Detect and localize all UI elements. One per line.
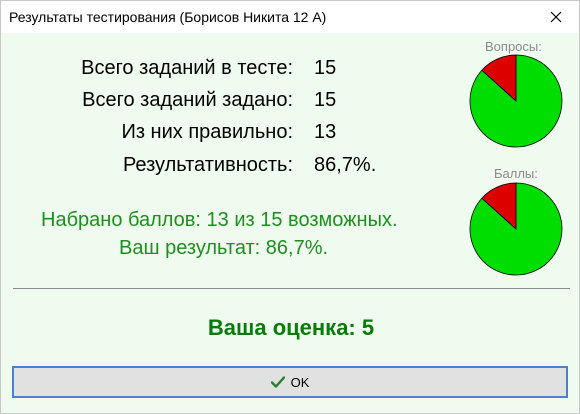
stat-row-total-given: Всего заданий задано: — [1, 89, 293, 119]
divider — [13, 288, 570, 289]
close-icon — [550, 11, 562, 23]
questions-pie-label: Вопросы: — [485, 39, 542, 54]
checkmark-icon — [270, 376, 285, 388]
stat-value: 15 — [314, 57, 337, 79]
questions-pie-chart — [469, 54, 563, 148]
stat-label: Из них правильно: — [121, 121, 293, 143]
result-summary: Ваш результат: 86,7%. — [119, 237, 329, 259]
stat-value: 86,7%. — [314, 154, 377, 176]
ok-button-content: OK — [270, 374, 310, 390]
points-summary: Набрано баллов: 13 из 15 возможных. — [41, 209, 398, 231]
points-pie-label: Баллы: — [494, 166, 538, 181]
close-button[interactable] — [533, 1, 579, 33]
stat-row-total-in-test: Всего заданий в тесте: — [1, 57, 293, 87]
points-pie-chart — [469, 182, 563, 276]
grade-text: Ваша оценка: 5 — [207, 315, 375, 340]
window-title: Результаты тестирования (Борисов Никита … — [9, 9, 327, 25]
stat-row-effectiveness: Результативность: — [1, 154, 293, 184]
ok-button[interactable]: OK — [12, 366, 568, 398]
ok-button-label: OK — [290, 374, 310, 390]
title-bar: Результаты тестирования (Борисов Никита … — [1, 1, 579, 33]
stat-row-correct: Из них правильно: — [1, 121, 293, 151]
stat-value: 13 — [314, 121, 337, 143]
results-window: Результаты тестирования (Борисов Никита … — [0, 0, 580, 414]
stat-label: Всего заданий задано: — [82, 89, 293, 111]
stat-value: 15 — [314, 89, 337, 111]
stat-label: Результативность: — [122, 154, 293, 176]
stat-label: Всего заданий в тесте: — [81, 57, 293, 79]
